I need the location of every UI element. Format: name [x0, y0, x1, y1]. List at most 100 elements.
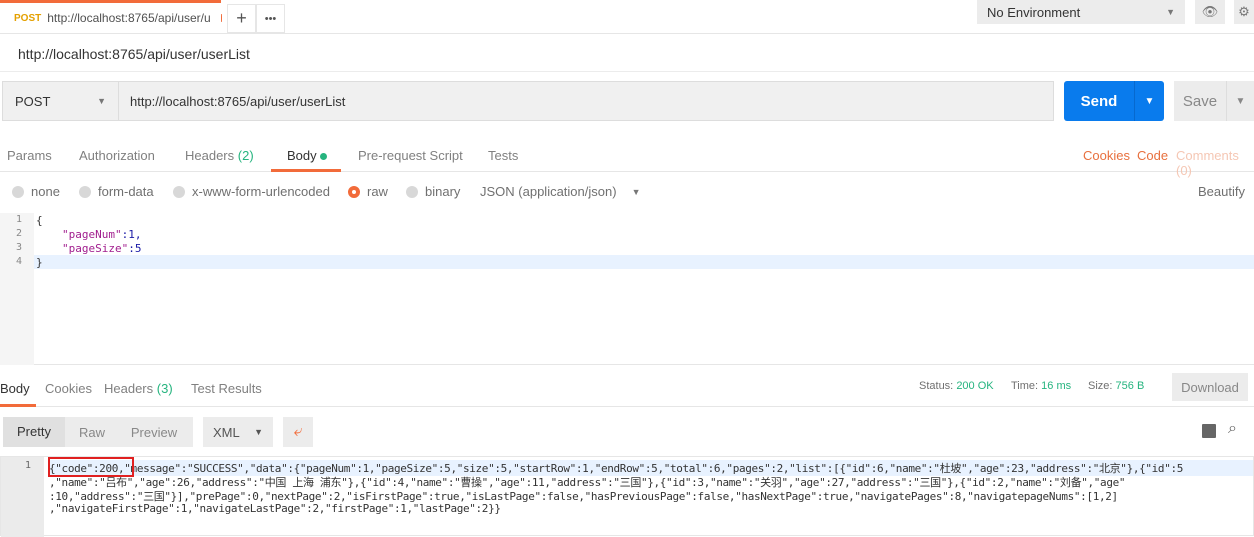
search-icon[interactable]: ⌕ [1228, 420, 1237, 438]
pretty-button[interactable]: Pretty [3, 417, 65, 447]
save-button[interactable]: Save▼ [1174, 81, 1254, 121]
line-number: 3 [0, 242, 22, 253]
chevron-down-icon: ▼ [632, 187, 641, 197]
status-value: 200 OK [956, 380, 993, 392]
environment-value: No Environment [987, 5, 1080, 20]
resp-tab-test-results[interactable]: Test Results [191, 381, 262, 396]
headers-count: (2) [238, 148, 254, 163]
code-line: { [36, 214, 43, 227]
more-tabs-button[interactable]: ••• [256, 4, 285, 33]
response-time: Time: 16 ms [1011, 380, 1071, 392]
line-number: 2 [0, 228, 22, 239]
radio-selected-icon [348, 186, 360, 198]
active-line [0, 255, 1254, 269]
tab-title: http://localhost:8765/api/user/u [47, 11, 210, 25]
send-label: Send [1064, 93, 1134, 110]
response-size: Size: 756 B [1088, 380, 1144, 392]
tab-tests[interactable]: Tests [488, 148, 518, 163]
radio-label: form-data [98, 184, 154, 199]
radio-none[interactable]: none [12, 184, 60, 199]
code-link[interactable]: Code [1137, 148, 1168, 163]
response-body[interactable]: 1 {"code":200,"message":"SUCCESS","data"… [0, 456, 1254, 536]
request-tabs: Params Authorization Headers (2) Body Pr… [0, 140, 1254, 172]
tab-body[interactable]: Body [287, 148, 327, 163]
radio-label: x-www-form-urlencoded [192, 184, 330, 199]
radio-label: raw [367, 184, 388, 199]
url-input[interactable]: http://localhost:8765/api/user/userList [119, 81, 1054, 121]
format-buttons: Pretty Raw Preview [3, 417, 193, 447]
new-tab-button[interactable]: + [227, 4, 256, 33]
request-title: http://localhost:8765/api/user/userList [18, 46, 250, 62]
cookies-link[interactable]: Cookies [1083, 148, 1130, 163]
line-number: 1 [1, 460, 31, 471]
request-tab[interactable]: POST http://localhost:8765/api/user/u [0, 0, 221, 33]
size-label: Size: [1088, 380, 1112, 392]
tab-authorization[interactable]: Authorization [79, 148, 155, 163]
wrap-lines-icon[interactable]: ⤶ [283, 417, 313, 447]
radio-label: binary [425, 184, 460, 199]
code-line: "pageNum":1, [62, 228, 141, 241]
divider [0, 33, 1254, 34]
time-label: Time: [1011, 380, 1038, 392]
line-number: 4 [0, 256, 22, 267]
content-type-value: JSON (application/json) [480, 184, 617, 199]
chevron-down-icon: ▼ [97, 96, 106, 106]
json-value: :1, [122, 228, 142, 241]
json-key: "pageSize" [62, 242, 128, 255]
save-dropdown-icon[interactable]: ▼ [1226, 81, 1254, 121]
radio-binary[interactable]: binary [406, 184, 460, 199]
active-dot-icon [320, 153, 327, 160]
radio-raw[interactable]: raw [348, 184, 388, 199]
radio-icon [79, 186, 91, 198]
gear-icon[interactable]: ⚙ [1234, 0, 1254, 24]
code-line: "pageSize":5 [62, 242, 141, 255]
highlight-box [48, 457, 134, 477]
content-type-select[interactable]: JSON (application/json) ▼ [480, 184, 640, 199]
time-value: 16 ms [1041, 380, 1071, 392]
radio-icon [12, 186, 24, 198]
copy-icon[interactable] [1202, 424, 1216, 438]
tab-label: Headers [104, 381, 153, 396]
resp-tab-headers[interactable]: Headers (3) [104, 381, 173, 396]
tab-label: Body [287, 148, 317, 163]
status-label: Status: [919, 380, 953, 392]
headers-count: (3) [157, 381, 173, 396]
tab-label: Headers [185, 148, 234, 163]
tab-params[interactable]: Params [7, 148, 52, 163]
json-value: :5 [128, 242, 141, 255]
tab-pre-request-script[interactable]: Pre-request Script [358, 148, 463, 163]
environment-select[interactable]: No Environment ▼ [977, 0, 1185, 24]
eye-icon[interactable]: 👁 [1195, 0, 1225, 24]
json-key: "pageNum" [62, 228, 122, 241]
radio-urlencoded[interactable]: x-www-form-urlencoded [173, 184, 330, 199]
raw-button[interactable]: Raw [65, 425, 119, 440]
line-number: 1 [0, 214, 22, 225]
format-type-select[interactable]: XML▼ [203, 417, 273, 447]
active-tab-underline [0, 404, 36, 407]
beautify-link[interactable]: Beautify [1198, 184, 1245, 199]
tab-method: POST [14, 13, 41, 24]
chevron-down-icon: ▼ [1166, 7, 1175, 17]
response-line: ,"navigateFirstPage":1,"navigateLastPage… [49, 502, 501, 515]
radio-icon [406, 186, 418, 198]
code-line: } [36, 256, 43, 269]
size-value: 756 B [1116, 380, 1145, 392]
response-status: Status: 200 OK [919, 380, 994, 392]
chevron-down-icon: ▼ [254, 427, 263, 437]
send-dropdown-icon[interactable]: ▼ [1134, 81, 1164, 121]
radio-form-data[interactable]: form-data [79, 184, 154, 199]
comments-link[interactable]: Comments (0) [1176, 148, 1254, 178]
method-select[interactable]: POST ▼ [2, 81, 119, 121]
method-value: POST [15, 94, 50, 109]
preview-button[interactable]: Preview [119, 425, 189, 440]
divider [0, 71, 1254, 72]
active-tab-underline [271, 169, 341, 172]
resp-tab-body[interactable]: Body [0, 381, 30, 396]
tab-headers[interactable]: Headers (2) [185, 148, 254, 163]
request-body-editor[interactable]: 1 { 2 "pageNum":1, 3 "pageSize":5 4 } [0, 213, 1254, 365]
save-label: Save [1174, 93, 1226, 110]
send-button[interactable]: Send▼ [1064, 81, 1164, 121]
radio-label: none [31, 184, 60, 199]
resp-tab-cookies[interactable]: Cookies [45, 381, 92, 396]
download-button[interactable]: Download [1172, 373, 1248, 401]
